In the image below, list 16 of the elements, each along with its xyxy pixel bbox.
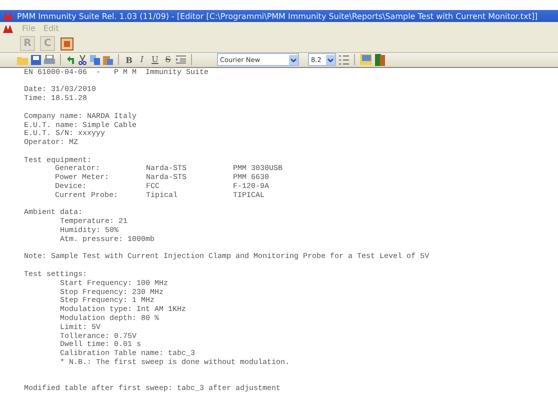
copy-icon[interactable] — [90, 54, 100, 65]
scissors-icon[interactable] — [78, 54, 87, 65]
picture-icon[interactable] — [360, 54, 372, 66]
strikethrough-button[interactable]: S — [163, 54, 173, 66]
undo-icon[interactable] — [66, 54, 75, 65]
paste-icon[interactable] — [103, 54, 113, 65]
chevron-down-icon — [289, 54, 298, 65]
save-icon[interactable] — [31, 54, 41, 65]
chevron-down-icon — [326, 54, 335, 65]
underline-button[interactable]: U — [150, 54, 160, 66]
list-icon[interactable] — [339, 54, 349, 65]
indent-icon[interactable] — [176, 55, 186, 64]
bold-button[interactable]: B — [124, 54, 134, 66]
window-title: PMM Immunity Suite Rel. 1.03 (11/09) - [Editor [C:\Programmi\PMM Immunity Suite\Reports\Sample Test with Current Monitor.txt]] — [17, 12, 538, 21]
italic-button[interactable]: I — [137, 54, 147, 66]
printer-icon[interactable] — [44, 54, 55, 65]
